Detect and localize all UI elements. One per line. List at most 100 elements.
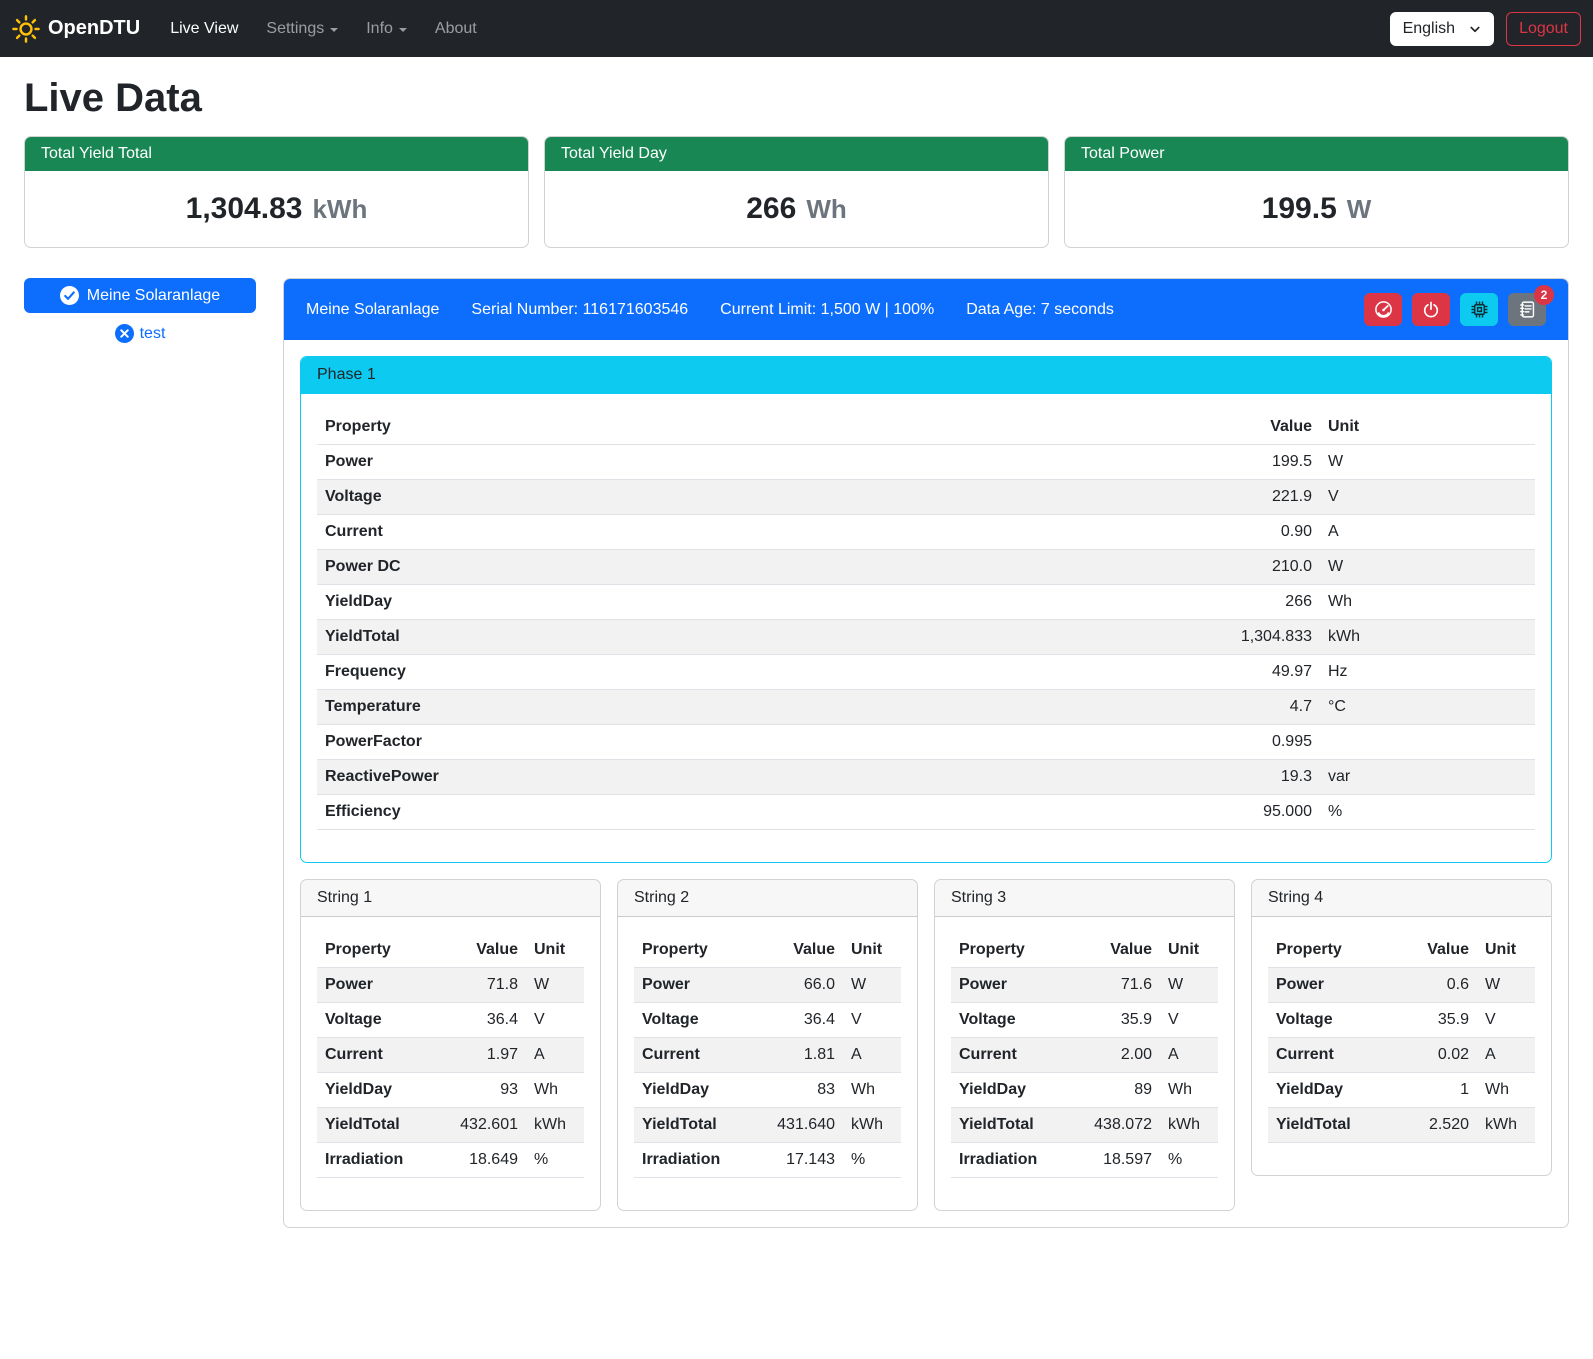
unit-cell: %	[1320, 795, 1535, 830]
property-cell: PowerFactor	[317, 725, 1170, 760]
unit-cell: A	[1320, 515, 1535, 550]
unit-cell: A	[1160, 1038, 1218, 1073]
summary-card-title: Total Yield Total	[25, 137, 528, 171]
property-cell: Power	[951, 968, 1070, 1003]
string-card-1: String 1 Property Value Unit	[300, 879, 601, 1211]
table-row: Irradiation 18.649 %	[317, 1143, 584, 1178]
table-row: Voltage 35.9 V	[1268, 1003, 1535, 1038]
table-header-row: Property Value Unit	[317, 410, 1535, 445]
unit-cell: A	[843, 1038, 901, 1073]
brand[interactable]: OpenDTU	[12, 15, 140, 43]
property-cell: YieldTotal	[317, 1108, 436, 1143]
table-row: Power 66.0 W	[634, 968, 901, 1003]
string-card-2: String 2 Property Value Unit	[617, 879, 918, 1211]
unit-cell: W	[1477, 968, 1535, 1003]
device-info-button[interactable]	[1460, 293, 1498, 326]
unit-cell: W	[843, 968, 901, 1003]
value-cell: 1.97	[436, 1038, 526, 1073]
value-cell: 1,304.833	[1170, 620, 1320, 655]
unit-cell: %	[526, 1143, 584, 1178]
value-cell: 0.6	[1387, 968, 1477, 1003]
property-cell: ReactivePower	[317, 760, 1170, 795]
unit-cell: %	[843, 1143, 901, 1178]
value-cell: 71.8	[436, 968, 526, 1003]
table-row: Power 0.6 W	[1268, 968, 1535, 1003]
inverter-sidebar: Meine Solaranlage test	[24, 278, 265, 343]
value-cell: 1.81	[753, 1038, 843, 1073]
string-card-title: String 2	[618, 880, 917, 917]
strings-row: String 1 Property Value Unit	[300, 879, 1552, 1211]
limit-settings-button[interactable]	[1364, 293, 1402, 326]
property-cell: Irradiation	[951, 1143, 1070, 1178]
column-header-value: Value	[436, 933, 526, 968]
nav-item-label: About	[435, 20, 477, 38]
table-row: Current 1.81 A	[634, 1038, 901, 1073]
nav-item-live-view[interactable]: Live View	[158, 12, 250, 46]
nav-item-info[interactable]: Info	[354, 12, 419, 46]
inverter-limit: Current Limit: 1,500 W | 100%	[720, 301, 934, 319]
property-cell: Power	[634, 968, 753, 1003]
summary-row: Total Yield Total 1,304.83 kWh Total Yie…	[24, 136, 1569, 248]
table-row: YieldTotal 2.520 kWh	[1268, 1108, 1535, 1143]
value-cell: 199.5	[1170, 445, 1320, 480]
column-header-property: Property	[634, 933, 753, 968]
value-cell: 89	[1070, 1073, 1160, 1108]
inverter-name: Meine Solaranlage	[306, 301, 439, 319]
property-cell: YieldDay	[317, 585, 1170, 620]
table-row: Power 71.6 W	[951, 968, 1218, 1003]
value-cell: 438.072	[1070, 1108, 1160, 1143]
table-row: Current 2.00 A	[951, 1038, 1218, 1073]
column-header-value: Value	[1387, 933, 1477, 968]
inverter-item-test[interactable]: test	[24, 324, 256, 343]
summary-card-value: 1,304.83	[186, 192, 303, 226]
x-circle-icon	[115, 324, 134, 343]
table-row: YieldDay 93 Wh	[317, 1073, 584, 1108]
property-cell: YieldTotal	[1268, 1108, 1387, 1143]
summary-card-total-yield-day: Total Yield Day 266 Wh	[544, 136, 1049, 248]
value-cell: 432.601	[436, 1108, 526, 1143]
property-cell: Current	[1268, 1038, 1387, 1073]
power-button[interactable]	[1412, 293, 1450, 326]
value-cell: 36.4	[436, 1003, 526, 1038]
unit-cell: kWh	[1477, 1108, 1535, 1143]
navbar: OpenDTU Live View Settings Info About En…	[0, 0, 1593, 57]
table-row: YieldDay 1 Wh	[1268, 1073, 1535, 1108]
property-cell: YieldTotal	[317, 620, 1170, 655]
inverter-select-button[interactable]: Meine Solaranlage	[24, 278, 256, 313]
value-cell: 36.4	[753, 1003, 843, 1038]
chevron-down-icon	[1469, 23, 1481, 35]
property-cell: YieldDay	[634, 1073, 753, 1108]
value-cell: 1	[1387, 1073, 1477, 1108]
table-row: Temperature 4.7 °C	[317, 690, 1535, 725]
nav-item-settings[interactable]: Settings	[254, 12, 350, 46]
table-row: Voltage 221.9 V	[317, 480, 1535, 515]
table-header-row: Property Value Unit	[634, 933, 901, 968]
value-cell: 17.143	[753, 1143, 843, 1178]
value-cell: 93	[436, 1073, 526, 1108]
unit-cell: Wh	[843, 1073, 901, 1108]
table-row: PowerFactor 0.995	[317, 725, 1535, 760]
unit-cell: V	[1320, 480, 1535, 515]
column-header-unit: Unit	[1477, 933, 1535, 968]
summary-card-total-power: Total Power 199.5 W	[1064, 136, 1569, 248]
summary-card-unit: W	[1347, 194, 1372, 225]
table-row: YieldTotal 431.640 kWh	[634, 1108, 901, 1143]
speedometer-icon	[1374, 300, 1393, 319]
property-cell: Voltage	[1268, 1003, 1387, 1038]
column-header-property: Property	[951, 933, 1070, 968]
table-row: Current 0.90 A	[317, 515, 1535, 550]
nav-item-about[interactable]: About	[423, 12, 489, 46]
language-select[interactable]: English	[1390, 12, 1494, 46]
property-cell: Current	[317, 515, 1170, 550]
unit-cell: °C	[1320, 690, 1535, 725]
table-row: Current 1.97 A	[317, 1038, 584, 1073]
table-row: ReactivePower 19.3 var	[317, 760, 1535, 795]
property-cell: Power	[317, 968, 436, 1003]
event-log-button[interactable]: 2	[1508, 293, 1546, 326]
column-header-unit: Unit	[1320, 410, 1535, 445]
property-cell: Current	[951, 1038, 1070, 1073]
property-cell: YieldTotal	[951, 1108, 1070, 1143]
value-cell: 95.000	[1170, 795, 1320, 830]
logout-button[interactable]: Logout	[1506, 12, 1581, 46]
property-cell: Temperature	[317, 690, 1170, 725]
